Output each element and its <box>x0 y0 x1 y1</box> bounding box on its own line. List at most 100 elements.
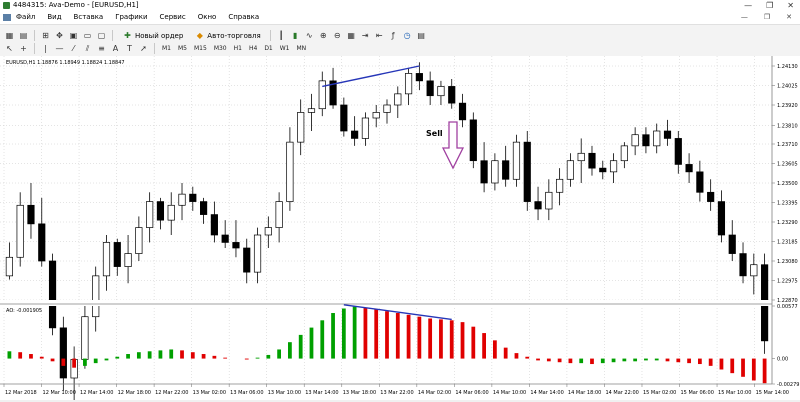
candle-body <box>620 145 628 162</box>
price-chart-header: EURUSD,H1 1.18876 1.18949 1.18824 1.1884… <box>6 60 125 66</box>
menu-window[interactable]: Окно <box>198 13 217 21</box>
child-close-button[interactable]: ✕ <box>786 13 792 21</box>
indicators-icon[interactable]: ƒ <box>388 30 399 41</box>
timeframe-w1[interactable]: W1 <box>278 45 292 52</box>
time-tick-label: 15 Mar 10:00 <box>718 390 751 396</box>
chart-canvas[interactable]: 1.24130 1.24025 1.23920 1.23810 1.23710 1.236… <box>0 56 800 402</box>
cursor-icon[interactable]: ↖ <box>4 43 15 54</box>
new-order-button[interactable]: ✚ Новый ордер <box>118 28 187 43</box>
chart-window[interactable]: 1.24130 1.24025 1.23920 1.23810 1.23710 1.236… <box>0 56 800 402</box>
market-watch-icon[interactable]: ⊞ <box>40 30 51 41</box>
candle-body <box>609 160 618 173</box>
timeframe-m15[interactable]: M15 <box>192 45 209 52</box>
timeframe-h4[interactable]: H4 <box>247 45 259 52</box>
trendline-icon[interactable]: ⁄ <box>68 43 79 54</box>
price-tick-label: 1.23710 <box>777 142 798 148</box>
candle-body <box>728 234 736 254</box>
candle-body <box>59 327 67 379</box>
price-tick-label: 1.23810 <box>777 123 798 129</box>
data-window-icon[interactable]: ✥ <box>54 30 65 41</box>
candle-body <box>599 167 607 173</box>
line-chart-icon[interactable]: ∿ <box>304 30 315 41</box>
toolbar-separator <box>34 43 35 54</box>
window-title: 4484315: Ava-Demo - [EURUSD,H1] <box>13 1 139 9</box>
candle-body <box>566 160 574 180</box>
profiles-icon[interactable]: ▤ <box>18 30 29 41</box>
candle-body <box>307 108 316 113</box>
candle-body <box>178 193 186 206</box>
new-chart-icon[interactable]: ▦ <box>4 30 15 41</box>
maximize-button[interactable]: ❐ <box>766 0 773 11</box>
templates-icon[interactable]: ▤ <box>416 30 427 41</box>
tile-windows-icon[interactable]: ▦ <box>346 30 357 41</box>
timeframe-m30[interactable]: M30 <box>212 45 229 52</box>
candle-body <box>577 152 585 162</box>
timeframe-mn[interactable]: MN <box>295 45 309 52</box>
menu-view[interactable]: Вид <box>47 13 61 21</box>
candle-body <box>750 264 758 277</box>
equidistant-channel-icon[interactable]: ⫽ <box>82 43 93 54</box>
time-tick-label: 13 Mar 14:00 <box>305 390 338 396</box>
chart-shift-icon[interactable]: ⇤ <box>374 30 385 41</box>
text-icon[interactable]: A <box>110 43 121 54</box>
autotrading-button[interactable]: ◆ Авто-торговля <box>190 28 264 43</box>
toolbar-separator <box>154 43 155 54</box>
timeframe-d1[interactable]: D1 <box>262 45 274 52</box>
candle-body <box>534 201 542 210</box>
menu-insert[interactable]: Вставка <box>74 13 104 21</box>
close-button[interactable]: ✕ <box>787 0 794 11</box>
pane-divider <box>0 300 800 306</box>
new-order-label: Новый ордер <box>135 31 184 40</box>
bar-chart-icon[interactable]: ┃ <box>276 30 287 41</box>
menu-charts[interactable]: Графики <box>115 13 147 21</box>
candle-body <box>221 234 229 243</box>
terminal-icon[interactable]: ▭ <box>82 30 93 41</box>
price-tick-label: 1.23605 <box>777 162 798 168</box>
auto-scroll-icon[interactable]: ⇥ <box>360 30 371 41</box>
fibonacci-icon[interactable]: ≡ <box>96 43 107 54</box>
candle-body <box>448 86 456 104</box>
candlestick-icon[interactable]: ▮ <box>290 30 301 41</box>
ao-indicator-header: AO: -0.001905 <box>6 308 42 314</box>
candle-body <box>38 223 46 262</box>
candle-body <box>717 201 726 236</box>
zoom-out-icon[interactable]: ⊖ <box>332 30 343 41</box>
child-minimize-button[interactable]: — <box>741 13 748 21</box>
chart-doc-icon <box>3 14 11 21</box>
candle-body <box>372 112 380 119</box>
time-tick-label: 13 Mar 10:00 <box>268 390 301 396</box>
menu-tools[interactable]: Сервис <box>160 13 186 21</box>
sell-label: Sell <box>426 129 443 138</box>
menu-file[interactable]: Файл <box>16 13 35 21</box>
candle-body <box>113 242 121 267</box>
child-restore-button[interactable]: ❐ <box>764 13 770 21</box>
navigator-icon[interactable]: ▣ <box>68 30 79 41</box>
minimize-button[interactable]: — <box>744 0 752 11</box>
timeframe-m1[interactable]: M1 <box>160 45 173 52</box>
arrows-icon[interactable]: ➚ <box>138 43 149 54</box>
timeframe-h1[interactable]: H1 <box>232 45 244 52</box>
price-tick-label: 1.23290 <box>777 220 798 226</box>
crosshair-icon[interactable]: + <box>18 43 29 54</box>
ao-tick-label: 0.00577 <box>777 304 798 310</box>
periods-icon[interactable]: ◷ <box>402 30 413 41</box>
candle-body <box>739 253 747 277</box>
price-tick-label: 1.22975 <box>777 279 798 285</box>
time-tick-label: 12 Mar 14:00 <box>80 390 113 396</box>
time-tick-label: 14 Mar 14:00 <box>530 390 563 396</box>
candle-body <box>588 152 596 169</box>
candle-body <box>210 214 218 236</box>
vertical-line-icon[interactable]: | <box>40 43 51 54</box>
horizontal-line-icon[interactable]: — <box>54 43 65 54</box>
timeframe-m5[interactable]: M5 <box>176 45 189 52</box>
candle-body <box>81 316 89 360</box>
strategy-tester-icon[interactable]: ▢ <box>96 30 107 41</box>
text-label-icon[interactable]: T <box>124 43 135 54</box>
menu-help[interactable]: Справка <box>228 13 259 21</box>
zoom-in-icon[interactable]: ⊕ <box>318 30 329 41</box>
price-tick-label: 1.24130 <box>777 64 798 70</box>
main-toolbar: ▦ ▤ ⊞ ✥ ▣ ▭ ▢ ✚ Новый ордер ◆ Авто-торго… <box>0 25 800 43</box>
candle-body <box>232 242 240 249</box>
candle-body <box>426 80 434 97</box>
candle-body <box>253 234 262 273</box>
